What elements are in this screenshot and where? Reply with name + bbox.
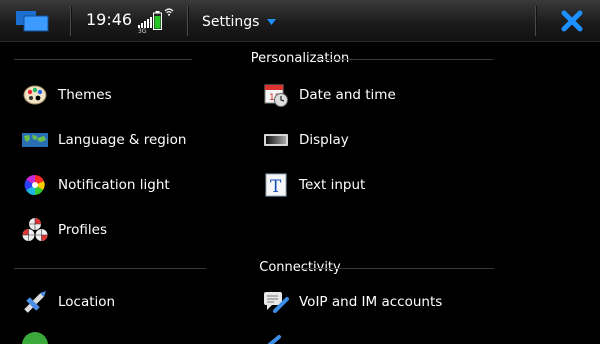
status-bar: 19:46 3G Settings: [0, 0, 600, 42]
calendar-clock-icon: 12: [264, 84, 288, 107]
settings-menu-button[interactable]: Settings: [202, 12, 277, 32]
wifi-icon: [164, 8, 174, 16]
location-satellite-icon: [24, 291, 46, 313]
settings-item-notification-light[interactable]: Notification light: [22, 167, 252, 203]
settings-item-label: Notification light: [58, 177, 170, 193]
settings-item-text-input[interactable]: T Text input: [263, 167, 493, 203]
status-separator: [187, 6, 188, 36]
clock-time: 19:46: [86, 10, 133, 29]
section-title: Personalization: [250, 51, 350, 66]
network-type: 3G: [138, 28, 147, 35]
signal-icon: [138, 17, 152, 28]
settings-item-label: Text input: [299, 177, 366, 193]
settings-item-label: Date and time: [299, 87, 396, 103]
settings-item-profiles[interactable]: Profiles: [22, 212, 252, 248]
task-switcher-icon[interactable]: [14, 9, 54, 33]
display-icon: [264, 134, 288, 146]
status-separator: [70, 6, 71, 36]
settings-item-display[interactable]: Display: [263, 122, 493, 158]
next-item-partial-icon: [263, 332, 287, 344]
settings-item-location[interactable]: Location: [22, 284, 252, 320]
next-item-partial-icon: [22, 332, 48, 344]
status-separator: [535, 6, 536, 36]
section-header-connectivity: Connectivity: [0, 257, 600, 279]
world-map-icon: [22, 133, 48, 147]
close-icon[interactable]: [557, 6, 587, 36]
settings-item-themes[interactable]: Themes: [22, 77, 252, 113]
themes-palette-icon: [23, 85, 47, 105]
battery-icon: [153, 11, 162, 30]
settings-item-label: Profiles: [58, 222, 108, 238]
color-wheel-icon: [24, 174, 45, 196]
settings-item-label: Language & region: [58, 132, 187, 148]
profiles-icon: [22, 218, 48, 241]
section-header-personalization: Personalization: [0, 48, 600, 70]
section-divider: [315, 59, 493, 60]
section-divider: [302, 268, 494, 269]
menu-title: Settings: [202, 14, 260, 30]
svg-text:T: T: [270, 177, 282, 197]
text-input-icon: T: [265, 173, 287, 197]
section-title: Connectivity: [259, 260, 341, 275]
settings-item-label: Themes: [58, 87, 112, 103]
settings-item-voip-im[interactable]: VoIP and IM accounts: [263, 284, 493, 320]
settings-screen: 19:46 3G Settings Personalization Themes…: [0, 0, 600, 344]
voip-im-icon: [264, 292, 289, 313]
settings-item-label: Location: [58, 294, 116, 310]
settings-item-label: Display: [299, 132, 349, 148]
dropdown-arrow-icon: [267, 19, 277, 25]
settings-item-date-and-time[interactable]: 12 Date and time: [263, 77, 493, 113]
settings-item-label: VoIP and IM accounts: [299, 294, 443, 310]
settings-item-language-region[interactable]: Language & region: [22, 122, 252, 158]
